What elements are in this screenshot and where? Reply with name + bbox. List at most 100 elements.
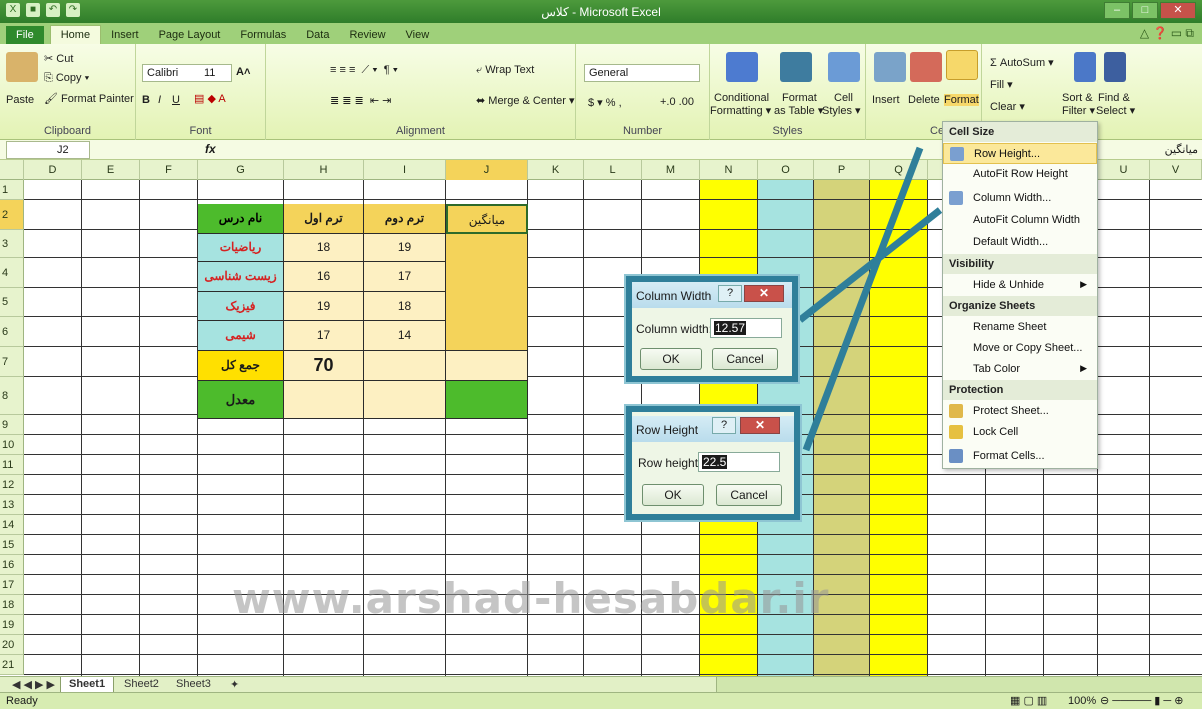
help-button[interactable]: ?	[718, 285, 742, 302]
insert-cells-icon[interactable]	[874, 52, 906, 82]
menu-item-column-width[interactable]: Column Width...	[943, 188, 1097, 209]
row-header-7[interactable]: 7	[0, 347, 24, 377]
delete-cells-icon[interactable]	[910, 52, 942, 82]
minimize-button[interactable]: –	[1104, 2, 1130, 19]
insert-sheet-icon[interactable]: ✦	[222, 677, 247, 693]
col-header-u[interactable]: U	[1098, 160, 1150, 180]
col-header-q[interactable]: Q	[870, 160, 928, 180]
close-button[interactable]: ✕	[744, 285, 784, 302]
currency-button[interactable]: $ ▾ % ,	[588, 96, 622, 109]
row-header-16[interactable]: 16	[0, 555, 24, 575]
find-select-button[interactable]: Find &	[1098, 92, 1130, 104]
col-header-i[interactable]: I	[364, 160, 446, 180]
col-header-e[interactable]: E	[82, 160, 140, 180]
sort-filter-icon[interactable]	[1074, 52, 1096, 82]
cancel-button[interactable]: Cancel	[712, 348, 778, 370]
row-header-13[interactable]: 13	[0, 495, 24, 515]
conditional-formatting-button[interactable]: Conditional	[714, 92, 769, 104]
subject-cell[interactable]: زیست شناسی	[198, 262, 284, 292]
menu-item-tab-color[interactable]: Tab Color ▶	[943, 359, 1097, 380]
row-header-3[interactable]: 3	[0, 230, 24, 258]
insert-button[interactable]: Insert	[872, 94, 900, 106]
menu-item-protect-sheet[interactable]: Protect Sheet...	[943, 401, 1097, 422]
row-header-9[interactable]: 9	[0, 415, 24, 435]
italic-button[interactable]: I	[158, 94, 161, 106]
bold-button[interactable]: B	[142, 94, 150, 106]
ok-button[interactable]: OK	[642, 484, 704, 506]
term2-cell[interactable]: 14	[364, 321, 446, 351]
align-icons[interactable]: ≡ ≡ ≡ ⟋ ▾ ¶ ▾	[330, 64, 398, 77]
help-button[interactable]: ?	[712, 417, 736, 434]
font-color-icon[interactable]: ▤ ◆ A	[194, 92, 226, 105]
formula-input[interactable]: میانگین	[1165, 143, 1198, 156]
cell-styles-button[interactable]: Cell	[834, 92, 853, 104]
format-cells-icon[interactable]	[946, 50, 978, 80]
help-icons[interactable]: △ ❓ ▭ ⧉	[1140, 26, 1194, 41]
paste-icon[interactable]	[6, 52, 38, 82]
term2-cell[interactable]: 19	[364, 234, 446, 262]
sort-filter-button[interactable]: Sort &	[1062, 92, 1093, 104]
underline-button[interactable]: U	[172, 94, 180, 106]
term2-cell[interactable]: 18	[364, 292, 446, 321]
col-header-p[interactable]: P	[814, 160, 870, 180]
row-header-20[interactable]: 20	[0, 635, 24, 655]
row-header-12[interactable]: 12	[0, 475, 24, 495]
menu-item-rename-sheet[interactable]: Rename Sheet	[943, 317, 1097, 338]
header-term1[interactable]: ترم اول	[284, 204, 364, 234]
find-select-icon[interactable]	[1104, 52, 1126, 82]
row-header-8[interactable]: 8	[0, 377, 24, 415]
paste-button[interactable]: Paste	[6, 94, 34, 106]
gpa-label[interactable]: معدل	[198, 381, 284, 419]
col-header-v[interactable]: V	[1150, 160, 1202, 180]
row-header-10[interactable]: 10	[0, 435, 24, 455]
col-header-j[interactable]: J	[446, 160, 528, 180]
conditional-formatting-icon[interactable]	[726, 52, 758, 82]
format-table-icon[interactable]	[780, 52, 812, 82]
subject-cell[interactable]: فیزیک	[198, 292, 284, 321]
tab-data[interactable]: Data	[296, 26, 339, 44]
term1-cell[interactable]: 18	[284, 234, 364, 262]
row-header-5[interactable]: 5	[0, 288, 24, 317]
autosum-button[interactable]: Σ AutoSum ▾	[990, 56, 1054, 69]
term1-cell[interactable]: 19	[284, 292, 364, 321]
term2-cell[interactable]: 17	[364, 262, 446, 292]
col-header-m[interactable]: M	[642, 160, 700, 180]
view-buttons[interactable]: ▦ ▢ ▥	[1010, 694, 1047, 707]
tab-insert[interactable]: Insert	[101, 26, 149, 44]
col-header-o[interactable]: O	[758, 160, 814, 180]
gpa-average-cell[interactable]	[446, 381, 528, 419]
row-header-2[interactable]: 2	[0, 200, 24, 230]
fill-button[interactable]: Fill ▾	[990, 78, 1013, 91]
horizontal-scrollbar[interactable]	[716, 677, 1202, 693]
number-format-select[interactable]: General	[584, 64, 700, 82]
row-header-6[interactable]: 6	[0, 317, 24, 347]
merge-center-button[interactable]: ⬌ Merge & Center ▾	[476, 94, 575, 107]
row-header-19[interactable]: 19	[0, 615, 24, 635]
row-header-4[interactable]: 4	[0, 258, 24, 288]
tab-formulas[interactable]: Formulas	[230, 26, 296, 44]
header-subject[interactable]: نام درس	[198, 204, 284, 234]
decimal-buttons[interactable]: +.0 .00	[660, 96, 694, 108]
menu-item-format-cells[interactable]: Format Cells...	[943, 446, 1097, 467]
clear-button[interactable]: Clear ▾	[990, 100, 1025, 113]
total-value[interactable]: 70	[284, 351, 364, 381]
tab-home[interactable]: Home	[49, 25, 102, 44]
row-header-15[interactable]: 15	[0, 535, 24, 555]
sheet-tab-2[interactable]: Sheet2	[116, 677, 167, 693]
header-term2[interactable]: ترم دوم	[364, 204, 446, 234]
tab-review[interactable]: Review	[339, 26, 395, 44]
menu-item-default-width[interactable]: Default Width...	[943, 232, 1097, 253]
tab-view[interactable]: View	[396, 26, 440, 44]
total-term2-cell[interactable]	[364, 351, 446, 381]
cut-button[interactable]: ✂ Cut	[44, 52, 73, 65]
menu-item-autofit-row[interactable]: AutoFit Row Height	[943, 164, 1097, 185]
row-header-11[interactable]: 11	[0, 455, 24, 475]
format-button[interactable]: Format	[944, 94, 979, 106]
format-table-button[interactable]: Format	[782, 92, 817, 104]
format-painter-button[interactable]: 🖌 Format Painter	[44, 92, 134, 105]
average-cells[interactable]	[446, 234, 528, 351]
font-size-select[interactable]: 11	[200, 64, 232, 82]
row-header-17[interactable]: 17	[0, 575, 24, 595]
col-header-d[interactable]: D	[24, 160, 82, 180]
zoom-level[interactable]: 100%	[1068, 695, 1096, 707]
